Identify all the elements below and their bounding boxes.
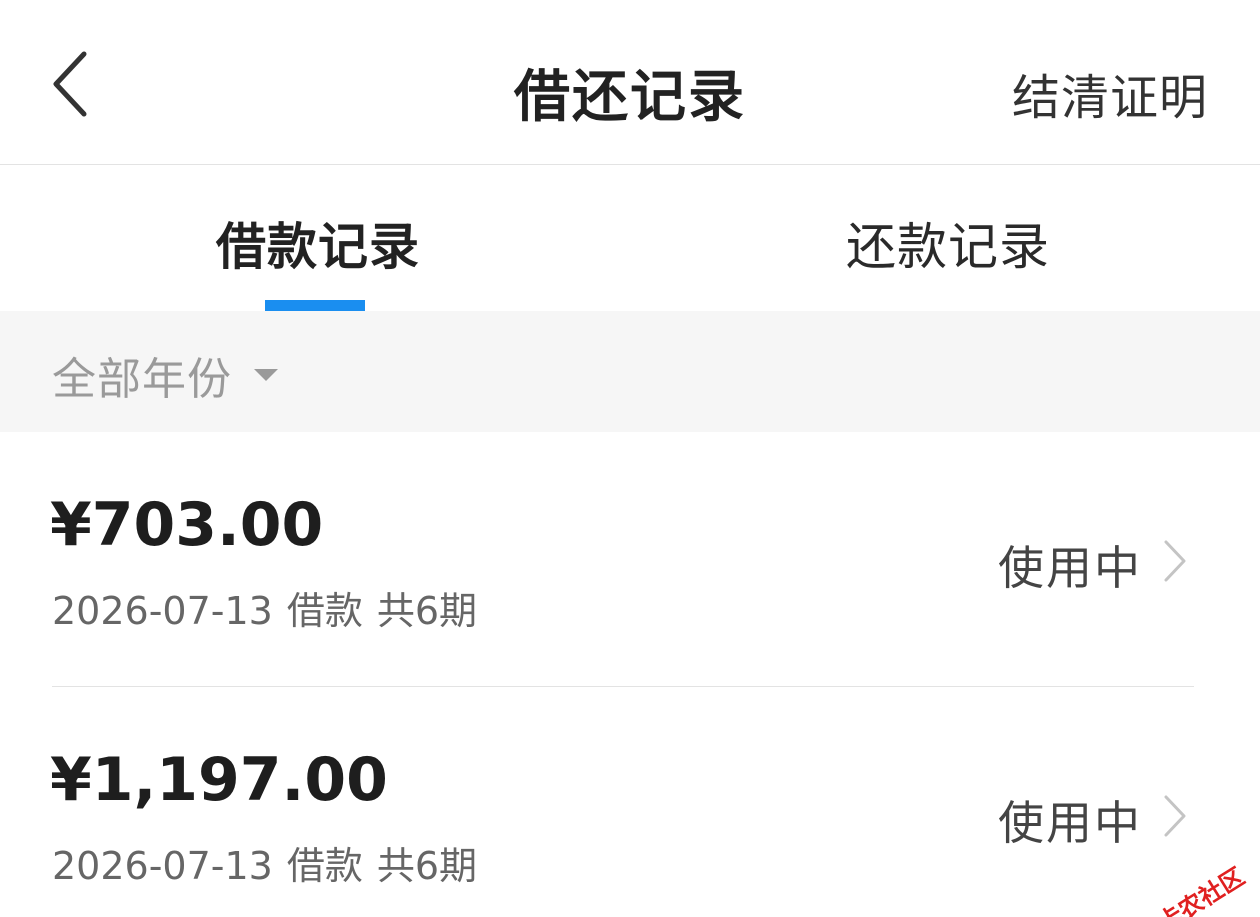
top-nav-bar: 借还记录 结清证明 (0, 0, 1260, 165)
loan-meta: 2026-07-13 借款 共6期 (52, 835, 491, 890)
year-filter-dropdown[interactable]: 全部年份 (52, 343, 278, 407)
loan-date: 2026-07-13 (52, 589, 273, 633)
loan-status: 使用中 (998, 541, 1142, 595)
record-tabs: 借款记录 还款记录 (0, 165, 1260, 311)
loan-meta: 2026-07-13 借款 共6期 (52, 580, 491, 635)
caret-down-icon (254, 369, 278, 381)
loan-amount: ¥1,197.00 (50, 745, 388, 815)
loan-type: 借款 (286, 844, 363, 888)
loan-record-item[interactable]: ¥1,197.00 2026-07-13 借款 共6期 使用中 (0, 687, 1260, 917)
borrow-repay-records-screen: 借还记录 结清证明 借款记录 还款记录 全部年份 ¥703.00 2026-07… (0, 0, 1260, 917)
chevron-right-icon (1164, 540, 1186, 582)
loan-record-item[interactable]: ¥703.00 2026-07-13 借款 共6期 使用中 (0, 432, 1260, 686)
loan-type: 借款 (286, 589, 363, 633)
filter-bar: 全部年份 (0, 311, 1260, 432)
settlement-certificate-button[interactable]: 结清证明 (1012, 58, 1208, 128)
loan-date: 2026-07-13 (52, 844, 273, 888)
loan-amount: ¥703.00 (50, 490, 324, 560)
loan-installments: 共6期 (376, 844, 478, 888)
year-filter-label: 全部年份 (52, 354, 232, 405)
chevron-right-icon (1164, 795, 1186, 837)
loan-status: 使用中 (998, 796, 1142, 850)
active-tab-indicator (265, 300, 365, 311)
tab-borrow-records[interactable]: 借款记录 (216, 207, 420, 279)
tab-repay-records[interactable]: 还款记录 (846, 207, 1050, 279)
loan-installments: 共6期 (376, 589, 478, 633)
